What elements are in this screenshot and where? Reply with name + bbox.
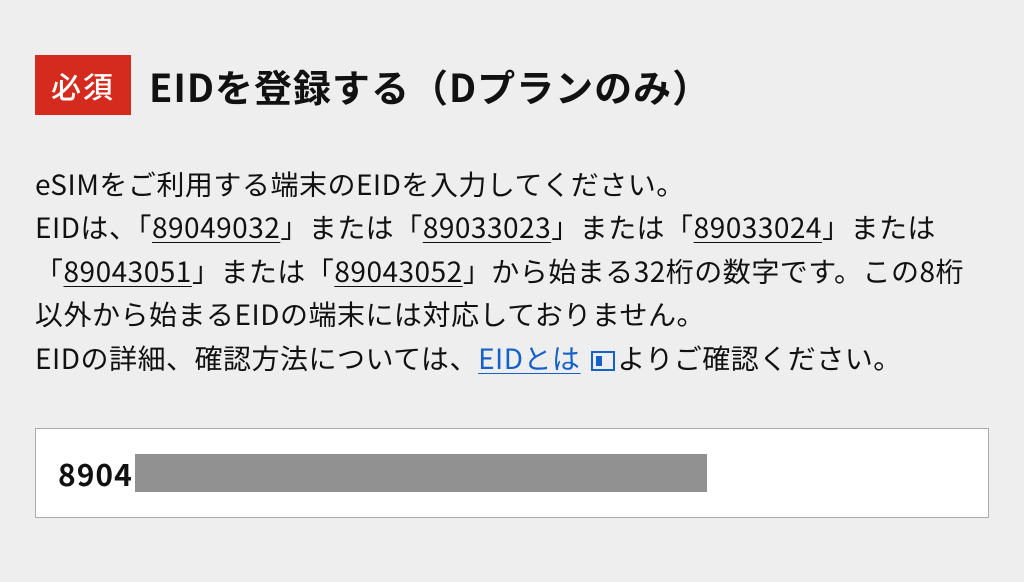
joiner-3: 」または「 <box>192 251 335 291</box>
eid-info-link[interactable]: EIDとは <box>478 338 580 378</box>
eid-input[interactable]: 8904 <box>35 428 989 518</box>
eid-input-visible-value: 8904 <box>58 451 133 495</box>
eid-prefix-1: 89033023 <box>423 207 551 247</box>
page-title: EIDを登録する（Dプランのみ） <box>149 58 711 113</box>
joiner-1: 」または「 <box>551 207 694 247</box>
desc-detail-suffix: よりご確認ください。 <box>617 338 901 378</box>
external-link-icon <box>591 351 615 371</box>
eid-prefix-2: 89033024 <box>694 207 822 247</box>
header-row: 必須 EIDを登録する（Dプランのみ） <box>35 55 989 115</box>
redacted-bar <box>135 454 707 492</box>
desc-line1: eSIMをご利用する端末のEIDを入力してください。 <box>35 164 685 204</box>
desc-detail-prefix: EIDの詳細、確認方法については、 <box>35 338 478 378</box>
description-block: eSIMをご利用する端末のEIDを入力してください。 EIDは、「8904903… <box>35 163 989 380</box>
eid-prefix-3: 89043051 <box>64 251 192 291</box>
eid-prefix-4: 89043052 <box>334 251 462 291</box>
required-badge: 必須 <box>35 55 131 115</box>
eid-prefix-0: 89049032 <box>152 207 280 247</box>
desc-prefix-intro: EIDは、「 <box>35 207 152 247</box>
joiner-0: 」または「 <box>280 207 423 247</box>
